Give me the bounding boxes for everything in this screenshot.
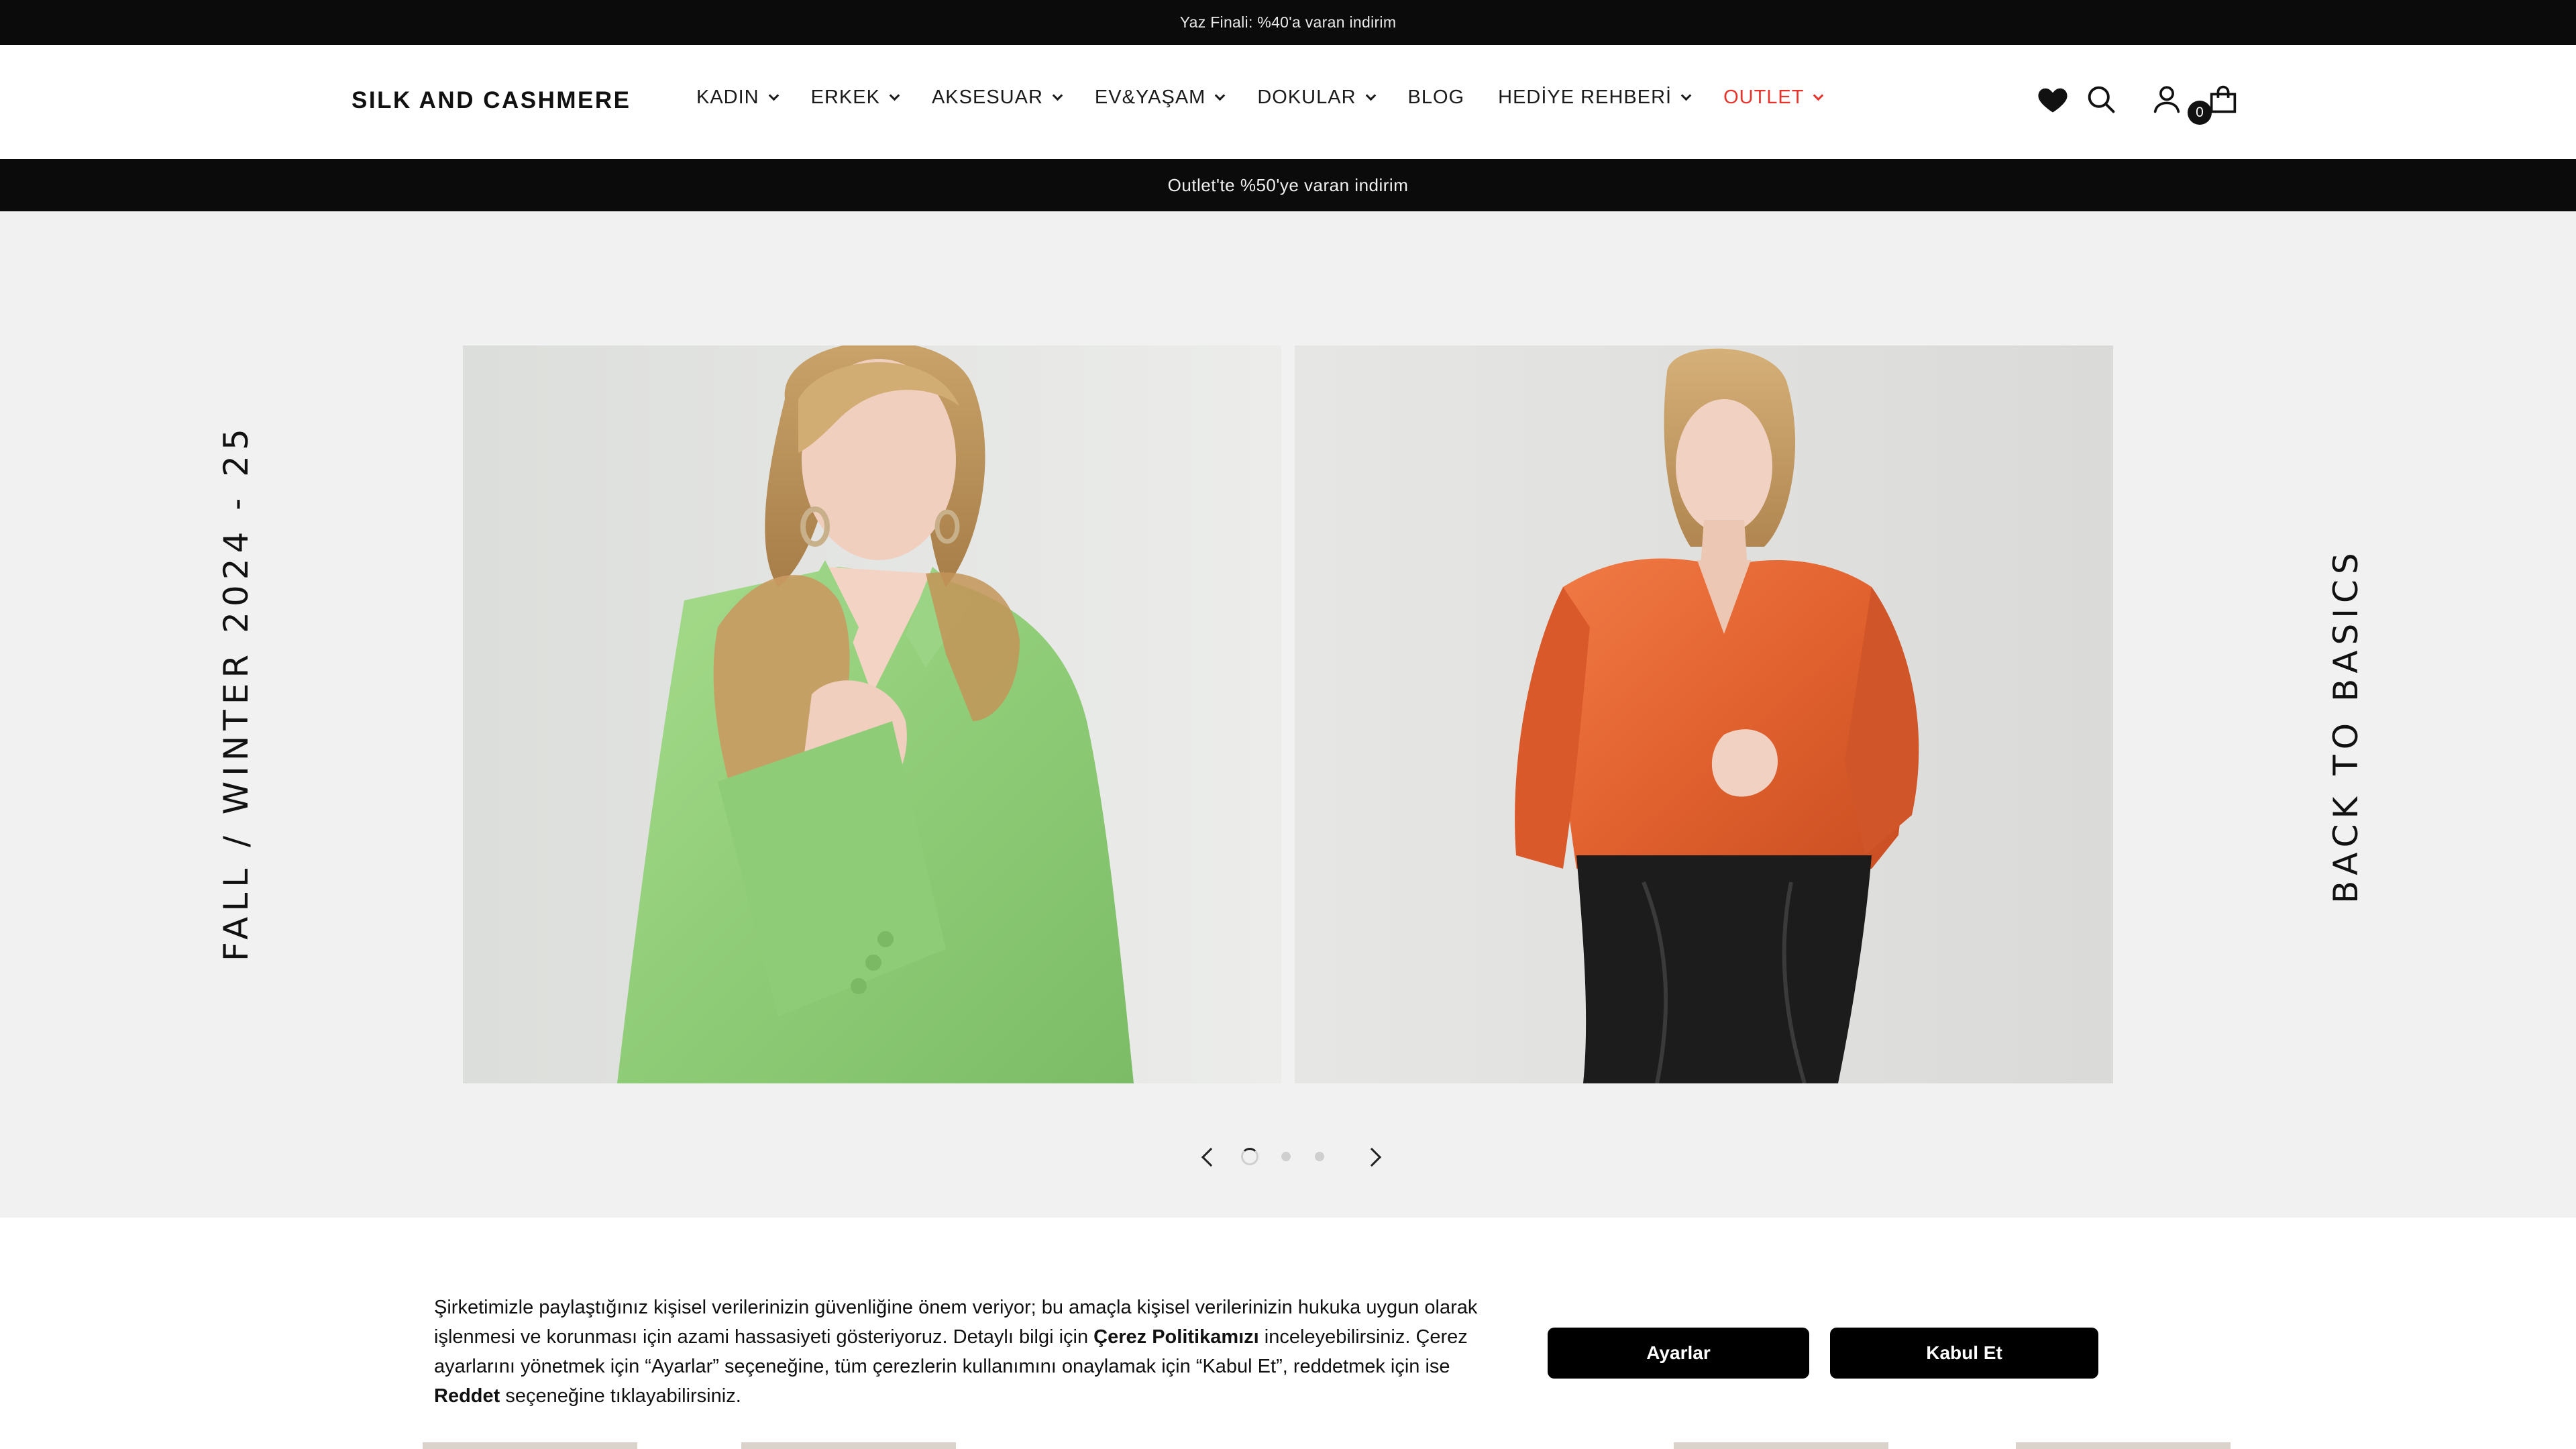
hero-image-orange-shirt[interactable] [1295, 345, 2113, 1083]
cookie-consent-banner: Şirketimizle paylaştığınız kişisel veril… [0, 1218, 2576, 1449]
nav-label: ERKEK [810, 87, 880, 108]
chevron-down-icon [889, 90, 900, 101]
cookie-reject-link[interactable]: Reddet [434, 1385, 500, 1407]
site-header: SILK AND CASHMERE KADIN ERKEK AKSESUAR E… [0, 45, 2576, 159]
cookie-settings-button[interactable]: Ayarlar [1548, 1328, 1809, 1379]
nav-item-ev-yasam[interactable]: EV&YAŞAM [1094, 87, 1226, 109]
slider-prev-arrow-icon[interactable] [1201, 1147, 1221, 1167]
cookie-consent-text: Şirketimizle paylaştığınız kişisel veril… [434, 1293, 1507, 1411]
slider-controls [1194, 1144, 1382, 1171]
slider-next-arrow-icon[interactable] [1362, 1147, 1382, 1167]
hero-image-green-shirt[interactable] [463, 345, 1281, 1083]
search-icon[interactable] [2084, 82, 2118, 117]
outlet-promo-text: Outlet'te %50'ye varan indirim [1167, 174, 1409, 195]
nav-label: DOKULAR [1257, 87, 1356, 108]
user-icon[interactable] [2149, 82, 2184, 117]
nav-item-erkek[interactable]: ERKEK [810, 87, 900, 109]
nav-label: AKSESUAR [931, 87, 1043, 108]
top-promo-text: Yaz Finali: %40'a varan indirim [1179, 13, 1397, 31]
product-card-peek[interactable] [2016, 1442, 2231, 1449]
chevron-down-icon [1813, 90, 1824, 101]
nav-label: BLOG [1407, 87, 1465, 108]
heart-icon[interactable] [2035, 82, 2070, 117]
product-grid-peek [345, 1442, 2338, 1449]
nav-item-blog[interactable]: BLOG [1408, 87, 1465, 109]
nav-item-aksesuar[interactable]: AKSESUAR [931, 87, 1063, 109]
chevron-down-icon [768, 90, 779, 101]
cart-count-badge: 0 [2188, 101, 2212, 125]
season-side-text: FALL / WINTER 2024 - 25 [217, 423, 256, 961]
nav-item-kadin[interactable]: KADIN [696, 87, 779, 109]
cookie-text-part-3: seçeneğine tıklayabilirsiniz. [500, 1385, 741, 1407]
main-nav: KADIN ERKEK AKSESUAR EV&YAŞAM DOKULAR BL… [696, 87, 1856, 109]
slider-dot-3[interactable] [1315, 1152, 1324, 1161]
chevron-down-icon [1680, 90, 1692, 101]
chevron-down-icon [1365, 90, 1376, 101]
nav-label: KADIN [696, 87, 759, 108]
product-card-peek[interactable] [423, 1442, 637, 1449]
chevron-down-icon [1052, 90, 1063, 101]
slider-dot-2[interactable] [1281, 1152, 1291, 1161]
nav-item-outlet[interactable]: OUTLET [1723, 87, 1824, 109]
cookie-accept-button[interactable]: Kabul Et [1830, 1328, 2098, 1379]
slider-dot-1[interactable] [1241, 1148, 1258, 1165]
header-actions [2035, 82, 2243, 122]
collection-side-text: BACK TO BASICS [2326, 547, 2365, 904]
nav-label: EV&YAŞAM [1094, 87, 1206, 108]
brand-logo[interactable]: SILK AND CASHMERE [352, 87, 631, 114]
cookie-policy-link[interactable]: Çerez Politikamızı [1093, 1326, 1259, 1348]
nav-label: OUTLET [1723, 87, 1805, 108]
product-card-peek[interactable] [1674, 1442, 1888, 1449]
top-promo-bar: Yaz Finali: %40'a varan indirim [0, 0, 2576, 45]
product-card-peek[interactable] [741, 1442, 956, 1449]
hero-slider: FALL / WINTER 2024 - 25 BACK TO BASICS [0, 211, 2576, 1218]
outlet-promo-bar[interactable]: Outlet'te %50'ye varan indirim [0, 159, 2576, 211]
nav-item-dokular[interactable]: DOKULAR [1257, 87, 1376, 109]
chevron-down-icon [1215, 90, 1226, 101]
nav-item-hediye-rehberi[interactable]: HEDİYE REHBERİ [1498, 87, 1692, 109]
nav-label: HEDİYE REHBERİ [1498, 87, 1672, 108]
